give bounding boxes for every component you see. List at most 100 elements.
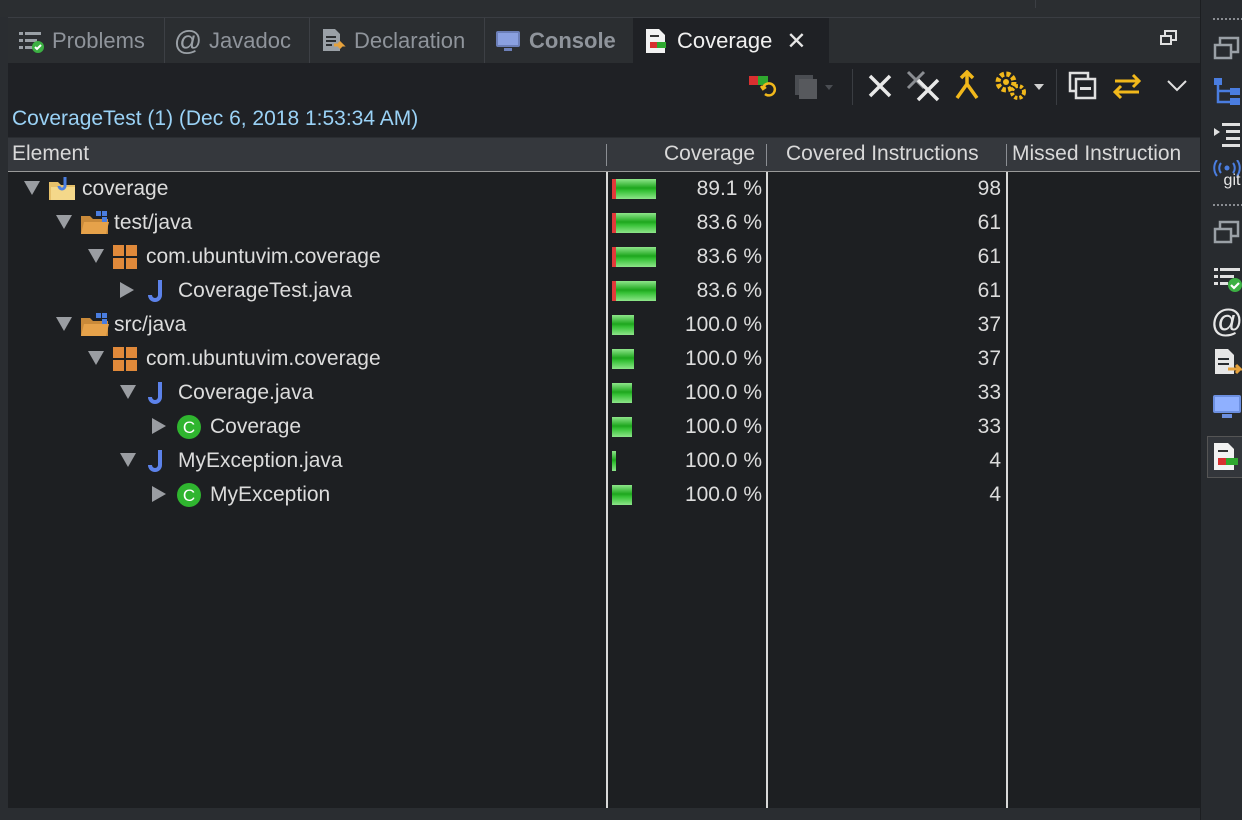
view-tab-bar: Problems @ Javadoc Declaration Console C… bbox=[8, 17, 1200, 64]
element-name: coverage bbox=[82, 177, 169, 200]
coverage-percent: 83.6 % bbox=[696, 211, 762, 234]
remove-session-icon[interactable] bbox=[864, 69, 896, 103]
restore-icon[interactable] bbox=[1211, 218, 1242, 248]
column-divider[interactable] bbox=[1006, 144, 1007, 166]
problems-icon[interactable] bbox=[1211, 264, 1242, 294]
table-row[interactable]: C MyException 100.0 % 4 bbox=[8, 478, 1200, 512]
remove-all-sessions-icon[interactable] bbox=[906, 69, 942, 103]
counters-menu-icon[interactable] bbox=[994, 69, 1046, 103]
collapse-all-icon[interactable] bbox=[1066, 69, 1100, 103]
coverage-percent: 83.6 % bbox=[696, 245, 762, 268]
table-row[interactable]: src/java 100.0 % 37 bbox=[8, 308, 1200, 342]
expand-triangle-icon[interactable] bbox=[120, 282, 134, 298]
coverage-icon[interactable] bbox=[1207, 436, 1242, 478]
expand-triangle-icon[interactable] bbox=[152, 418, 166, 434]
declaration-icon[interactable] bbox=[1211, 348, 1242, 378]
restore-view-icon[interactable] bbox=[1160, 30, 1178, 46]
coverage-table: Element Coverage Covered Instructions Mi… bbox=[8, 138, 1200, 808]
coverage-toolbar bbox=[8, 63, 1200, 109]
table-row[interactable]: Coverage.java 100.0 % 33 bbox=[8, 376, 1200, 410]
close-icon[interactable]: ✕ bbox=[786, 27, 806, 56]
class-icon: C bbox=[176, 482, 202, 508]
restore-icon[interactable] bbox=[1211, 34, 1242, 64]
coverage-bar bbox=[612, 315, 634, 335]
coverage-bar bbox=[612, 349, 634, 369]
column-header-element[interactable]: Element bbox=[12, 142, 89, 166]
java-file-icon bbox=[144, 448, 170, 474]
coverage-percent: 100.0 % bbox=[684, 347, 762, 370]
table-row[interactable]: C Coverage 100.0 % 33 bbox=[8, 410, 1200, 444]
element-name: com.ubuntuvim.coverage bbox=[146, 347, 381, 370]
column-header-covered-instructions[interactable]: Covered Instructions bbox=[786, 142, 979, 166]
table-row[interactable]: MyException.java 100.0 % 4 bbox=[8, 444, 1200, 478]
element-name: test/java bbox=[114, 211, 193, 234]
hierarchy-icon[interactable] bbox=[1211, 76, 1242, 106]
tab-javadoc[interactable]: @ Javadoc bbox=[165, 18, 310, 64]
element-name: MyException.java bbox=[178, 449, 343, 472]
toolbar-separator bbox=[852, 69, 853, 105]
collapse-triangle-icon[interactable] bbox=[120, 385, 136, 399]
top-divider bbox=[1035, 0, 1201, 8]
relaunch-coverage-icon[interactable] bbox=[746, 69, 780, 103]
trim-separator bbox=[1213, 204, 1242, 208]
table-row[interactable]: coverage 89.1 % 98 bbox=[8, 172, 1200, 206]
table-row[interactable]: test/java 83.6 % 61 bbox=[8, 206, 1200, 240]
tab-label: Javadoc bbox=[209, 28, 291, 53]
tab-problems[interactable]: Problems bbox=[8, 18, 165, 64]
covered-instructions: 4 bbox=[989, 483, 1001, 506]
collapse-triangle-icon[interactable] bbox=[24, 181, 40, 195]
coverage-percent: 100.0 % bbox=[684, 313, 762, 336]
java-file-icon bbox=[144, 380, 170, 406]
coverage-percent: 89.1 % bbox=[696, 177, 762, 200]
missed-bar-segment bbox=[612, 213, 616, 233]
collapse-triangle-icon[interactable] bbox=[56, 215, 72, 229]
select-session-icon[interactable] bbox=[790, 69, 836, 103]
at-icon: @ bbox=[173, 25, 203, 56]
svg-text:C: C bbox=[183, 418, 195, 437]
right-trim-toolbar: git @ bbox=[1200, 0, 1242, 820]
element-name: CoverageTest.java bbox=[178, 279, 352, 302]
git-repositories-icon[interactable]: git bbox=[1211, 160, 1242, 190]
session-title-bar: CoverageTest (1) (Dec 6, 2018 1:53:34 AM… bbox=[8, 105, 1200, 137]
collapse-triangle-icon[interactable] bbox=[56, 317, 72, 331]
table-row[interactable]: com.ubuntuvim.coverage 83.6 % 61 bbox=[8, 240, 1200, 274]
missed-bar-segment bbox=[612, 281, 616, 301]
svg-text:C: C bbox=[183, 486, 195, 505]
element-name: MyException bbox=[210, 483, 331, 506]
trim-separator bbox=[1213, 18, 1242, 22]
missed-bar-segment bbox=[612, 179, 616, 199]
coverage-percent: 100.0 % bbox=[684, 483, 762, 506]
covered-instructions: 33 bbox=[977, 415, 1001, 438]
coverage-bar bbox=[612, 451, 616, 471]
source-folder-icon bbox=[80, 210, 109, 236]
collapse-triangle-icon[interactable] bbox=[88, 249, 104, 263]
covered-instructions: 4 bbox=[989, 449, 1001, 472]
column-divider[interactable] bbox=[766, 144, 767, 166]
collapse-triangle-icon[interactable] bbox=[88, 351, 104, 365]
outline-icon[interactable] bbox=[1211, 118, 1242, 148]
column-header-missed-instructions[interactable]: Missed Instruction bbox=[1012, 142, 1181, 166]
coverage-bar bbox=[612, 417, 632, 437]
at-icon[interactable]: @ bbox=[1211, 303, 1242, 339]
coverage-percent: 100.0 % bbox=[684, 415, 762, 438]
git-label: git bbox=[1223, 172, 1241, 189]
link-with-editor-icon[interactable] bbox=[1110, 69, 1144, 103]
column-divider[interactable] bbox=[606, 144, 607, 166]
coverage-bar bbox=[612, 383, 632, 403]
bottom-strip bbox=[0, 808, 1200, 820]
covered-instructions: 37 bbox=[977, 347, 1001, 370]
console-icon[interactable] bbox=[1211, 392, 1242, 422]
collapse-triangle-icon[interactable] bbox=[120, 453, 136, 467]
session-title: CoverageTest (1) (Dec 6, 2018 1:53:34 AM… bbox=[12, 107, 419, 130]
tab-coverage[interactable]: Coverage ✕ bbox=[633, 18, 829, 64]
table-row[interactable]: com.ubuntuvim.coverage 100.0 % 37 bbox=[8, 342, 1200, 376]
tab-label: Problems bbox=[52, 28, 145, 53]
console-icon bbox=[495, 28, 521, 54]
tab-console[interactable]: Console bbox=[485, 18, 633, 64]
column-header-coverage[interactable]: Coverage bbox=[664, 142, 755, 166]
tab-declaration[interactable]: Declaration bbox=[310, 18, 485, 64]
expand-triangle-icon[interactable] bbox=[152, 486, 166, 502]
view-menu-chevron-down-icon[interactable] bbox=[1162, 69, 1192, 103]
merge-sessions-icon[interactable] bbox=[952, 69, 982, 103]
table-row[interactable]: CoverageTest.java 83.6 % 61 bbox=[8, 274, 1200, 308]
